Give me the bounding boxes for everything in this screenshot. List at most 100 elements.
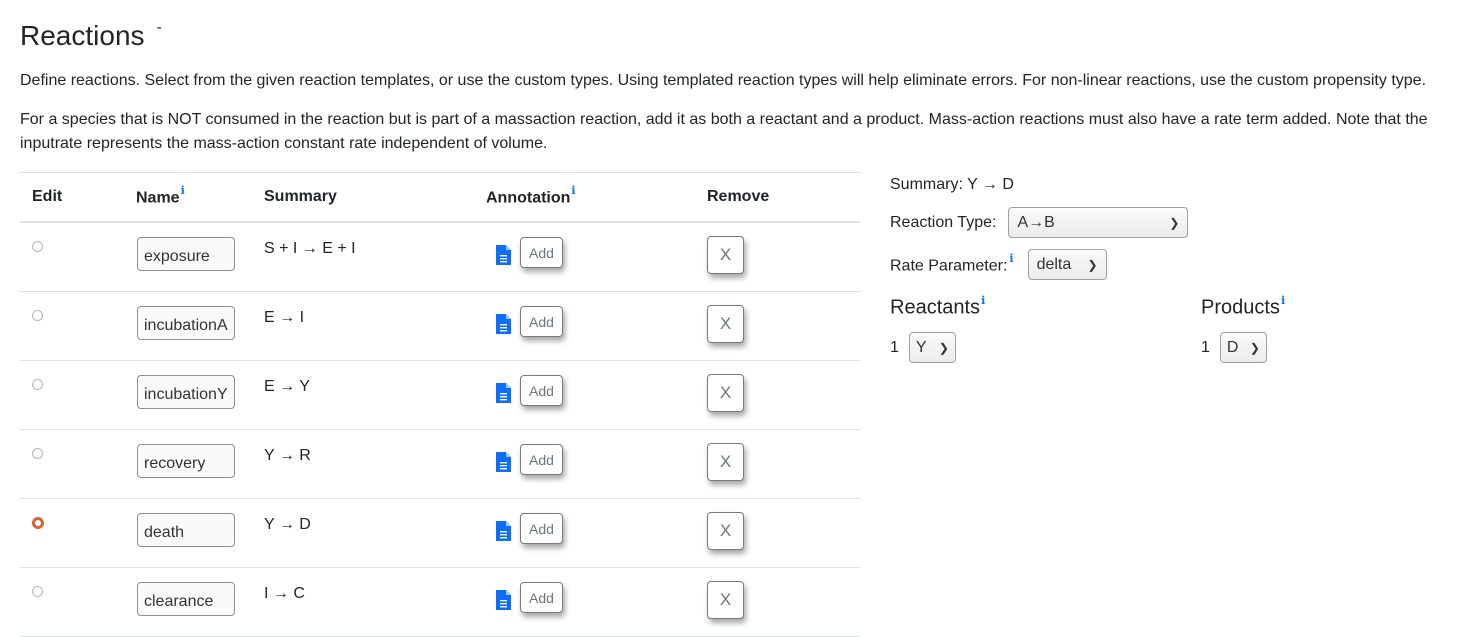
reactant-row: 1 Y ❯	[890, 332, 956, 363]
table-row: Y → D Add X	[20, 498, 860, 568]
reaction-summary: I → C	[264, 585, 305, 602]
annotation-cell: Add	[474, 429, 695, 499]
remove-cell: X	[695, 498, 860, 568]
collapse-button[interactable]: -	[157, 20, 162, 36]
table-row: E → Y Add X	[20, 360, 860, 430]
remove-cell: X	[695, 360, 860, 430]
annotation-cell: Add	[474, 360, 695, 430]
table-row: S + I → E + I Add X	[20, 222, 860, 292]
chevron-down-icon: ❯	[938, 340, 949, 355]
annotation-controls: Add	[486, 375, 683, 406]
table-header-row: Edit Namei Summary Annotationi Remove	[20, 172, 860, 223]
document-icon[interactable]	[496, 382, 511, 403]
document-icon[interactable]	[496, 451, 511, 472]
edit-cell	[20, 498, 124, 568]
column-header-summary: Summary	[252, 172, 474, 223]
rate-parameter-select[interactable]: delta ❯	[1027, 249, 1107, 280]
remove-reaction-button[interactable]: X	[707, 236, 744, 274]
edit-radio[interactable]	[32, 310, 43, 321]
summary-value: Y → D	[967, 176, 1014, 193]
reaction-name-input[interactable]	[137, 444, 235, 478]
reaction-summary: S + I → E + I	[264, 240, 356, 257]
reaction-summary: Y → D	[264, 516, 311, 533]
info-icon[interactable]: i	[181, 184, 185, 197]
name-cell	[124, 222, 252, 292]
document-icon[interactable]	[496, 244, 511, 265]
table-row: I → C Add X	[20, 567, 860, 637]
add-annotation-button[interactable]: Add	[520, 306, 563, 337]
annotation-controls: Add	[486, 237, 683, 268]
edit-radio[interactable]	[32, 517, 44, 529]
add-annotation-button[interactable]: Add	[520, 444, 563, 475]
column-header-name: Namei	[124, 172, 252, 223]
chevron-down-icon: ❯	[1249, 340, 1260, 355]
remove-reaction-button[interactable]: X	[707, 443, 744, 481]
reaction-summary: E → I	[264, 309, 305, 326]
reactants-label: Reactants	[890, 296, 981, 319]
info-icon[interactable]: i	[981, 294, 985, 307]
edit-radio[interactable]	[32, 241, 43, 252]
add-annotation-button[interactable]: Add	[520, 513, 563, 544]
reaction-name-input[interactable]	[137, 237, 235, 271]
description-text: Define reactions. Select from the given …	[20, 72, 1427, 89]
document-icon[interactable]	[496, 589, 511, 610]
name-cell	[124, 291, 252, 361]
info-icon[interactable]: i	[571, 184, 575, 197]
edit-radio[interactable]	[32, 448, 43, 459]
page-title: Reactions	[20, 20, 145, 51]
edit-radio[interactable]	[32, 586, 43, 597]
column-header-label: Annotation	[486, 189, 571, 207]
add-annotation-button[interactable]: Add	[520, 237, 563, 268]
product-species-select[interactable]: D ❯	[1219, 332, 1267, 363]
name-cell	[124, 360, 252, 430]
name-cell	[124, 498, 252, 568]
remove-reaction-button[interactable]: X	[707, 305, 744, 343]
add-annotation-button[interactable]: Add	[520, 582, 563, 613]
reaction-summary: Y → R	[264, 447, 311, 464]
column-header-label: Remove	[707, 188, 770, 205]
document-icon[interactable]	[496, 520, 511, 541]
remove-reaction-button[interactable]: X	[707, 512, 744, 550]
summary-cell: E → I	[252, 291, 474, 361]
product-species-value: D	[1226, 338, 1239, 356]
annotation-controls: Add	[486, 306, 683, 337]
reaction-name-input[interactable]	[137, 513, 235, 547]
column-header-label: Summary	[264, 188, 337, 205]
edit-cell	[20, 291, 124, 361]
remove-cell: X	[695, 567, 860, 637]
info-icon[interactable]: i	[1009, 252, 1013, 265]
summary-cell: Y → D	[252, 498, 474, 568]
rate-parameter-label-wrap: Rate Parameter: i	[890, 252, 1014, 275]
rate-parameter-row: Rate Parameter: i delta ❯	[890, 249, 1107, 280]
summary-cell: E → Y	[252, 360, 474, 430]
reaction-type-select[interactable]: A→B ❯	[1008, 207, 1189, 238]
reaction-name-input[interactable]	[137, 375, 235, 409]
remove-reaction-button[interactable]: X	[707, 581, 744, 619]
reactants-heading: Reactantsi	[890, 294, 985, 320]
column-header-label: Edit	[32, 188, 63, 205]
annotation-controls: Add	[486, 444, 683, 475]
edit-radio[interactable]	[32, 379, 43, 390]
rate-parameter-value: delta	[1036, 255, 1072, 273]
edit-cell	[20, 360, 124, 430]
annotation-cell: Add	[474, 291, 695, 361]
product-ratio: 1	[1201, 338, 1210, 356]
reaction-name-input[interactable]	[137, 306, 235, 340]
summary-cell: S + I → E + I	[252, 222, 474, 292]
chevron-down-icon: ❯	[1087, 257, 1098, 272]
remove-cell: X	[695, 429, 860, 499]
remove-cell: X	[695, 222, 860, 292]
reactant-ratio: 1	[890, 338, 899, 356]
reactant-species-select[interactable]: Y ❯	[908, 332, 956, 363]
document-icon[interactable]	[496, 313, 511, 334]
remove-reaction-button[interactable]: X	[707, 374, 744, 412]
name-cell	[124, 567, 252, 637]
reaction-type-row: Reaction Type: A→B ❯	[890, 207, 1189, 238]
annotation-cell: Add	[474, 498, 695, 568]
annotation-cell: Add	[474, 567, 695, 637]
edit-cell	[20, 567, 124, 637]
edit-cell	[20, 222, 124, 292]
reaction-name-input[interactable]	[137, 582, 235, 616]
info-icon[interactable]: i	[1281, 294, 1285, 307]
add-annotation-button[interactable]: Add	[520, 375, 563, 406]
